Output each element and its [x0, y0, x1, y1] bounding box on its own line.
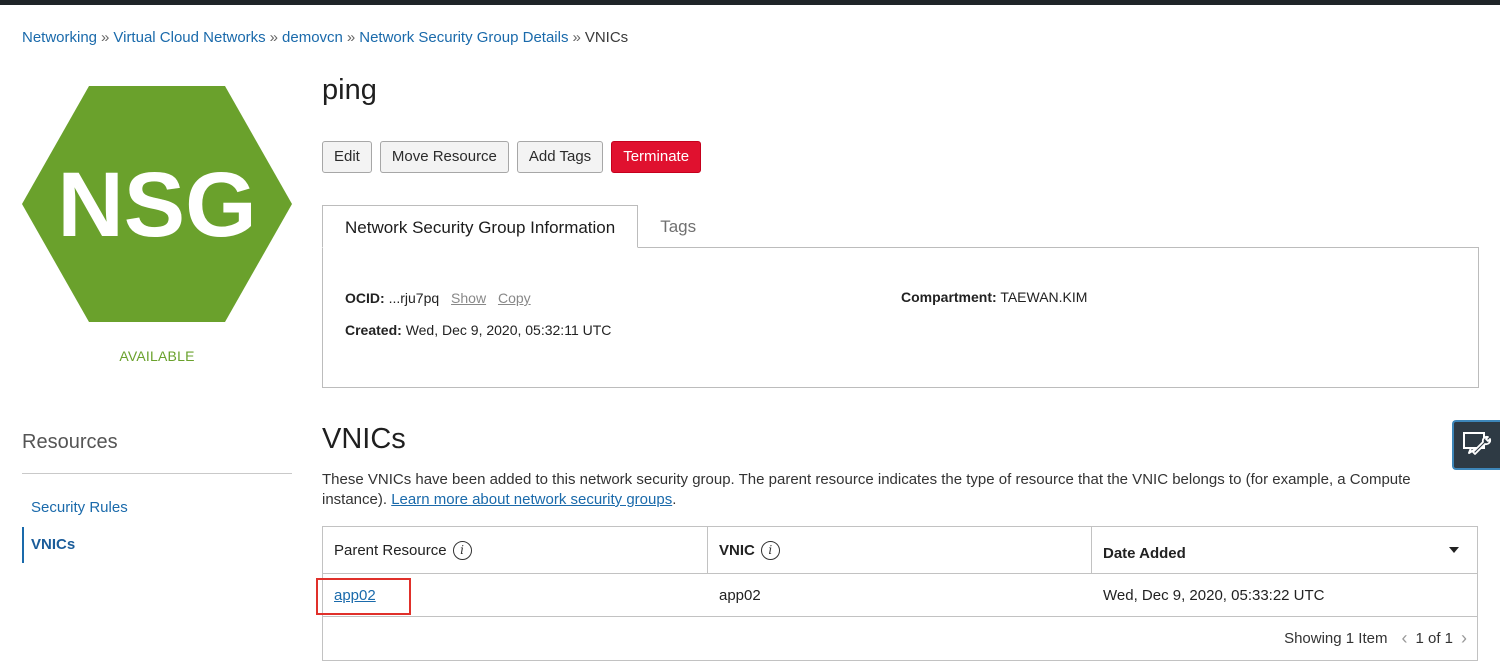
- section-title: VNICs: [322, 423, 406, 455]
- pagination: ‹ 1 of 1 ›: [1399, 628, 1469, 649]
- column-label: VNIC: [719, 541, 755, 559]
- created-row: Created: Wed, Dec 9, 2020, 05:32:11 UTC: [345, 322, 611, 338]
- sort-caret-icon[interactable]: [1449, 547, 1459, 553]
- showing-count: Showing 1 Item: [1284, 630, 1388, 647]
- nsg-hexagon-badge: NSG: [22, 86, 292, 322]
- column-label: Parent Resource: [334, 541, 447, 559]
- info-icon[interactable]: i: [760, 540, 780, 560]
- add-tags-button[interactable]: Add Tags: [516, 141, 604, 173]
- learn-more-link[interactable]: Learn more about network security groups: [391, 491, 672, 508]
- cell-date-added: Wed, Dec 9, 2020, 05:33:22 UTC: [1103, 586, 1325, 604]
- info-icon[interactable]: i: [452, 540, 472, 560]
- resources-title: Resources: [22, 431, 118, 453]
- vnics-table: Parent Resource i VNIC i Date Added app0…: [316, 526, 1478, 661]
- ocid-value: ...rju7pq: [388, 290, 440, 306]
- move-resource-button[interactable]: Move Resource: [379, 141, 509, 173]
- cell-parent-resource: app02: [316, 574, 708, 616]
- chevron-left-icon[interactable]: ‹: [1399, 628, 1409, 649]
- breadcrumb-separator: »: [346, 29, 356, 46]
- table-row: app02 app02 Wed, Dec 9, 2020, 05:33:22 U…: [316, 574, 1477, 617]
- ocid-copy-link[interactable]: Copy: [498, 290, 531, 306]
- details-tabs: Network Security Group Information Tags: [322, 205, 718, 248]
- badge-text: NSG: [57, 154, 256, 256]
- compartment-label: Compartment:: [901, 289, 997, 305]
- created-label: Created:: [345, 322, 402, 338]
- breadcrumb-separator: »: [269, 29, 279, 46]
- description-suffix: .: [672, 491, 677, 508]
- page-title: ping: [322, 74, 377, 106]
- edit-button[interactable]: Edit: [322, 141, 372, 173]
- created-value: Wed, Dec 9, 2020, 05:32:11 UTC: [405, 322, 612, 338]
- resources-divider: [22, 473, 292, 474]
- ocid-row: OCID: ...rju7pq Show Copy: [345, 290, 531, 306]
- breadcrumb-networking[interactable]: Networking: [22, 29, 97, 46]
- table-footer: Showing 1 Item ‹ 1 of 1 ›: [323, 617, 1477, 660]
- ocid-label: OCID:: [345, 290, 385, 306]
- action-bar: Edit Move Resource Add Tags Terminate: [322, 141, 702, 173]
- sidebar-item-security-rules[interactable]: Security Rules: [22, 499, 292, 516]
- compartment-value: TAEWAN.KIM: [1000, 289, 1088, 305]
- ocid-show-link[interactable]: Show: [451, 290, 486, 306]
- chevron-right-icon[interactable]: ›: [1459, 628, 1469, 649]
- breadcrumb-demovcn[interactable]: demovcn: [282, 29, 343, 46]
- terminate-button[interactable]: Terminate: [611, 141, 702, 173]
- column-vnic: VNIC i: [708, 527, 1092, 573]
- top-bar: [0, 0, 1500, 5]
- breadcrumb-nsg-details[interactable]: Network Security Group Details: [359, 29, 568, 46]
- cell-vnic: app02: [719, 586, 761, 604]
- highlight-box: [316, 578, 411, 615]
- compartment-row: Compartment: TAEWAN.KIM: [901, 289, 1087, 305]
- breadcrumb-current: VNICs: [584, 29, 629, 46]
- tab-nsg-information[interactable]: Network Security Group Information: [322, 205, 639, 248]
- column-parent-resource: Parent Resource i: [323, 527, 708, 573]
- table-header: Parent Resource i VNIC i Date Added: [323, 527, 1477, 574]
- breadcrumb-separator: »: [572, 29, 581, 46]
- wrench-icon: [1463, 432, 1492, 455]
- developer-tools-widget[interactable]: [1452, 420, 1500, 470]
- breadcrumb-virtual-cloud-networks[interactable]: Virtual Cloud Networks: [113, 29, 265, 46]
- breadcrumb-separator: »: [101, 29, 110, 46]
- info-panel: OCID: ...rju7pq Show Copy Created: Wed, …: [322, 247, 1479, 388]
- breadcrumb: Networking» Virtual Cloud Networks» demovc…: [22, 29, 628, 46]
- status-label: AVAILABLE: [119, 348, 195, 364]
- tab-tags[interactable]: Tags: [638, 205, 718, 248]
- column-label: Date Added: [1103, 544, 1186, 562]
- page-indicator: 1 of 1: [1415, 630, 1453, 647]
- section-description: These VNICs have been added to this netw…: [322, 470, 1452, 510]
- sidebar-item-vnics[interactable]: VNICs: [22, 527, 292, 563]
- column-date-added[interactable]: Date Added: [1092, 527, 1477, 573]
